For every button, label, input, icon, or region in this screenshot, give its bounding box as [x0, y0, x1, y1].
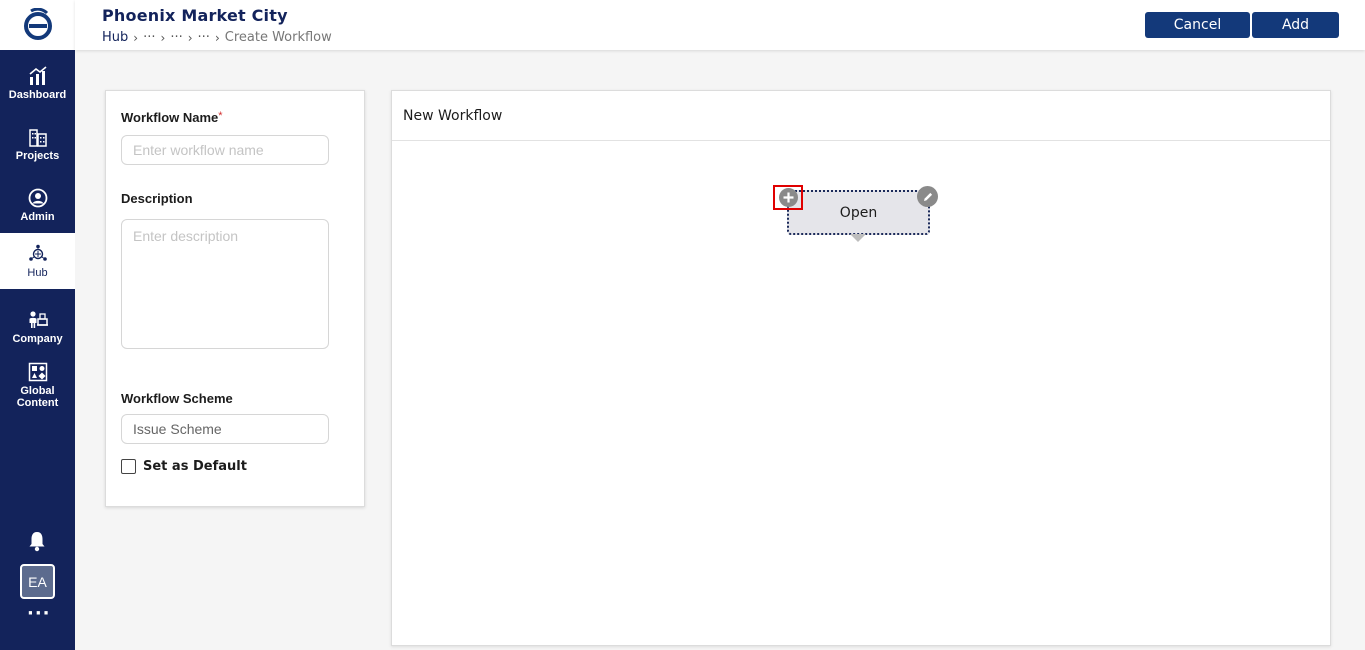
required-mark: * — [218, 110, 223, 122]
page-title: Phoenix Market City — [102, 6, 288, 25]
breadcrumb-ellipsis[interactable]: ··· — [198, 30, 210, 45]
set-default-checkbox[interactable] — [121, 459, 136, 474]
global-content-icon — [28, 362, 47, 381]
sidebar-item-label: Global Content — [16, 384, 59, 409]
sidebar-item-label: Dashboard — [8, 88, 67, 101]
node-connector-arrow[interactable] — [850, 234, 866, 242]
company-icon — [29, 310, 48, 328]
sidebar-item-label: Company — [12, 332, 63, 345]
sidebar-item-global-content[interactable]: Global Content — [0, 355, 75, 415]
plus-icon — [778, 188, 798, 207]
chevron-right-icon: › — [133, 30, 139, 45]
sidebar-item-label: Admin — [20, 210, 55, 223]
sidebar-item-company[interactable]: Company — [0, 299, 75, 355]
sidebar-item-admin[interactable]: Admin — [0, 177, 75, 233]
workflow-name-label: Workflow Name* — [121, 110, 223, 125]
admin-user-icon — [28, 188, 47, 207]
chevron-right-icon: › — [160, 30, 166, 45]
breadcrumb-ellipsis[interactable]: ··· — [170, 30, 182, 45]
breadcrumb-current: Create Workflow — [224, 30, 332, 45]
chevron-right-icon: › — [187, 30, 193, 45]
workflow-scheme-label: Workflow Scheme — [121, 391, 233, 406]
breadcrumb-hub[interactable]: Hub — [102, 30, 128, 45]
hub-icon — [28, 244, 47, 261]
cancel-button[interactable]: Cancel — [1145, 12, 1250, 38]
workflow-canvas-header: New Workflow — [392, 91, 1330, 141]
set-default-option[interactable]: Set as Default — [121, 459, 247, 474]
bell-icon[interactable] — [27, 530, 47, 552]
sidebar-item-dashboard[interactable]: Dashboard — [0, 55, 75, 111]
sidebar-item-label: Hub — [27, 266, 48, 279]
top-header: Phoenix Market City Hub › ··· › ··· › ··… — [75, 0, 1365, 50]
logo-icon — [23, 8, 52, 40]
description-label: Description — [121, 191, 193, 206]
workflow-form-panel: Workflow Name* Description Workflow Sche… — [105, 90, 365, 507]
avatar[interactable]: EA — [20, 564, 55, 599]
node-label: Open — [839, 204, 878, 221]
breadcrumb: Hub › ··· › ··· › ··· › Create Workflow — [102, 30, 332, 45]
add-transition-button[interactable] — [773, 185, 803, 210]
chevron-right-icon: › — [214, 30, 220, 45]
set-default-label: Set as Default — [143, 459, 247, 474]
app-logo[interactable] — [0, 0, 75, 50]
sidebar-item-hub[interactable]: Hub — [0, 233, 75, 289]
edit-node-button[interactable] — [917, 186, 938, 207]
chart-icon — [28, 65, 47, 85]
sidebar: Dashboard Projects Admin Hub Company Glo… — [0, 0, 75, 650]
workflow-scheme-select[interactable]: Issue Scheme — [121, 414, 329, 444]
add-button[interactable]: Add — [1252, 12, 1339, 38]
workflow-canvas-title: New Workflow — [403, 108, 503, 124]
workflow-status-node[interactable]: Open — [787, 190, 930, 235]
sidebar-item-label: Projects — [15, 149, 60, 162]
sidebar-item-projects[interactable]: Projects — [0, 116, 75, 172]
workflow-name-label-text: Workflow Name — [121, 110, 219, 125]
more-options-icon[interactable]: ··· — [27, 605, 50, 623]
workflow-name-input[interactable] — [121, 135, 329, 165]
description-textarea[interactable] — [121, 219, 329, 349]
workflow-canvas-panel: New Workflow Open — [391, 90, 1331, 646]
buildings-icon — [28, 128, 47, 147]
breadcrumb-ellipsis[interactable]: ··· — [143, 30, 155, 45]
pencil-icon — [923, 192, 932, 201]
